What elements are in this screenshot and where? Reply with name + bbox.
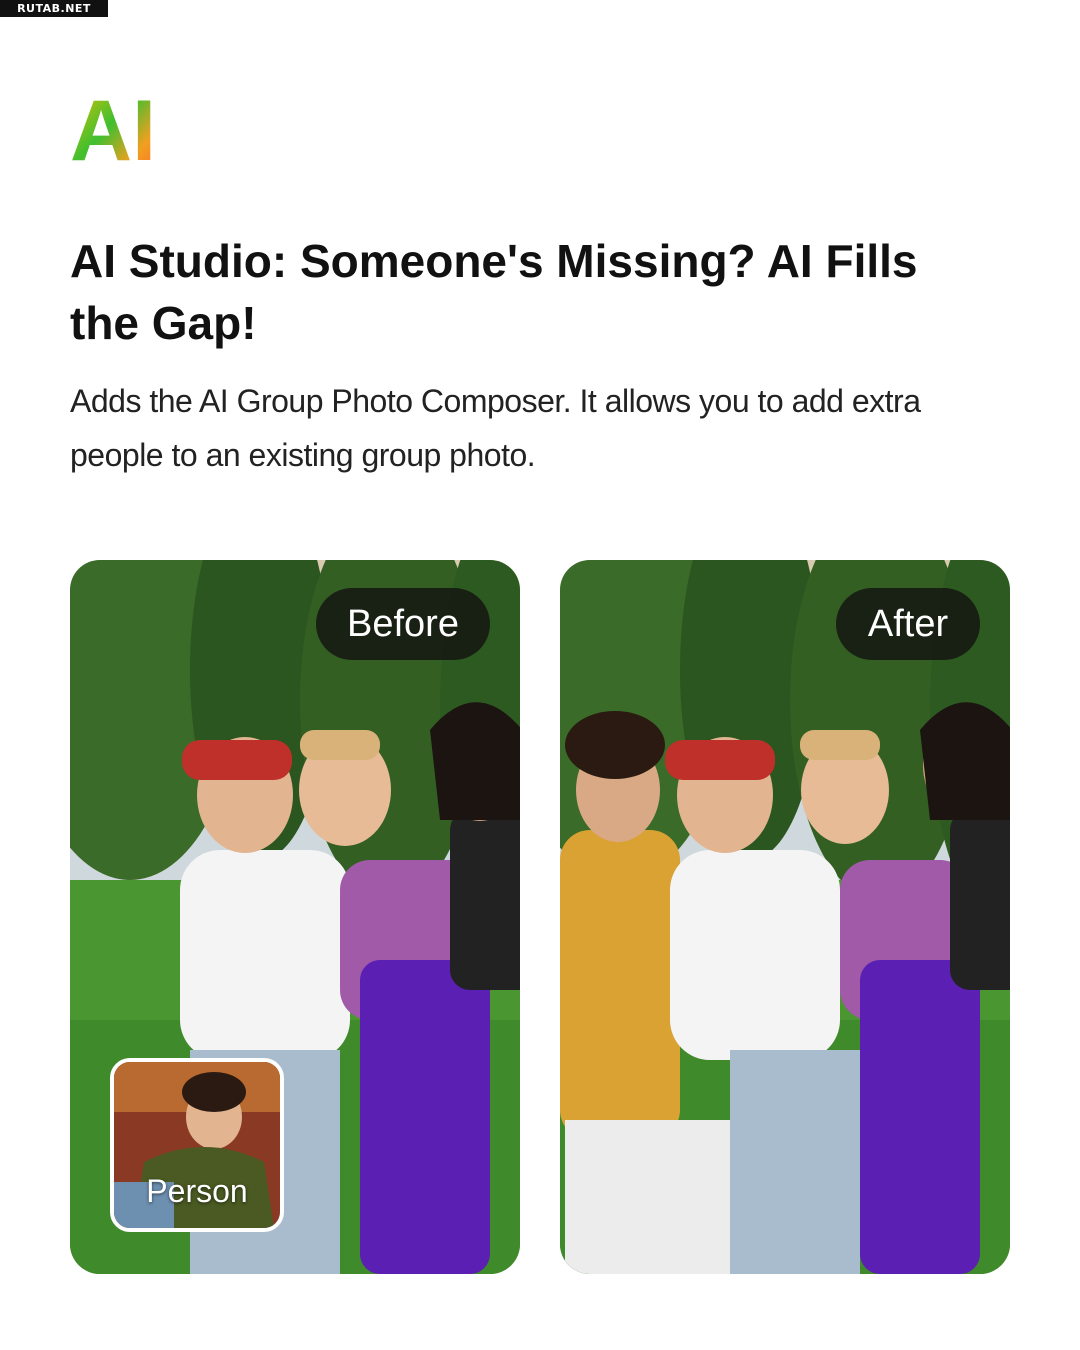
logo-text: AI <box>70 90 156 165</box>
before-photo-card: Before Person <box>70 560 520 1274</box>
after-tag: After <box>836 588 980 660</box>
after-photo <box>560 560 1010 1274</box>
ai-logo: AI <box>70 90 156 165</box>
person-thumbnail[interactable]: Person <box>110 1058 284 1232</box>
subtitle: Adds the AI Group Photo Composer. It all… <box>70 383 921 473</box>
person-thumbnail-label: Person <box>146 1173 248 1209</box>
after-photo-card: After <box>560 560 1010 1274</box>
before-tag: Before <box>316 588 490 660</box>
watermark: RUTAB.NET <box>0 0 108 17</box>
headline: AI Studio: Someone's Missing? AI Fills t… <box>70 235 918 349</box>
